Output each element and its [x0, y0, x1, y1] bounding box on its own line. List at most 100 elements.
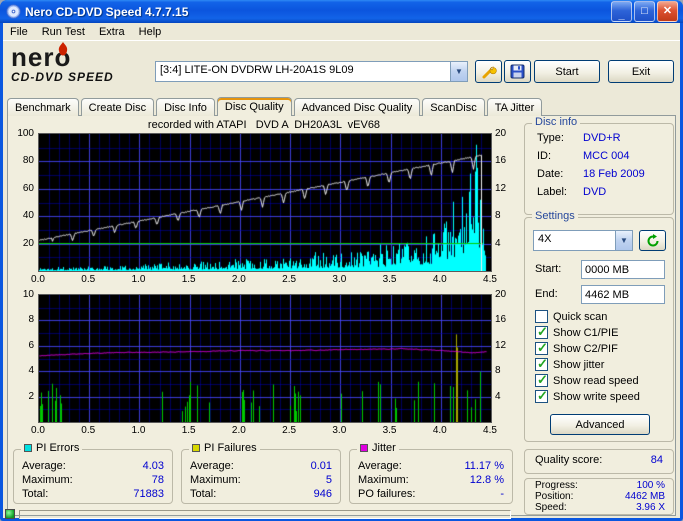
axis-tick-label: 4.5	[483, 425, 497, 436]
status-led	[5, 509, 15, 519]
pie-average-label: Average:	[22, 460, 66, 472]
checkbox-box[interactable]	[535, 324, 548, 340]
axis-tick-label: 10	[22, 289, 34, 300]
jitter-average-value: 11.17 %	[464, 460, 504, 472]
checkbox-box[interactable]	[535, 372, 548, 388]
jitter-maximum-label: Maximum:	[358, 474, 409, 486]
axis-tick-label: 8	[495, 365, 501, 377]
axis-tick-label: 4.0	[432, 274, 447, 285]
position-label: Position:	[535, 491, 574, 502]
disc-date-label: Date:	[537, 168, 564, 180]
pif-maximum-label: Maximum:	[190, 474, 241, 486]
toolbar: nero CD-DVD SPEED [3:4] LITE-ON DVDRW LH…	[3, 42, 680, 97]
checkbox-box[interactable]	[535, 310, 548, 323]
maximize-button[interactable]: □	[634, 1, 655, 22]
disc-id-label: ID:	[537, 150, 552, 162]
jitter-stats-title: Jitter	[372, 442, 396, 454]
chevron-down-icon[interactable]: ▼	[615, 231, 632, 250]
tab-disc-info[interactable]: Disc Info	[156, 98, 215, 116]
axis-tick-label: 2	[28, 390, 34, 402]
axis-tick-label: 4.5	[483, 274, 497, 285]
tab-ta-jitter[interactable]: TA Jitter	[486, 98, 543, 116]
disc-type-value: DVD+R	[583, 132, 621, 144]
close-button[interactable]: ✕	[657, 1, 678, 22]
advanced-button[interactable]: Advanced	[550, 414, 650, 435]
menu-run-test[interactable]: Run Test	[35, 24, 92, 40]
axis-tick-label: 3.5	[382, 274, 397, 285]
axis-tick-label: 100	[17, 128, 34, 139]
tab-advanced-disc-quality[interactable]: Advanced Disc Quality	[293, 98, 421, 116]
checkbox-box[interactable]	[535, 388, 548, 404]
pi-errors-stats-box: PI Errors Average: 4.03 Maximum: 78 Tota…	[13, 442, 173, 504]
axis-tick-label: 12	[495, 339, 507, 351]
pie-stats-title: PI Errors	[36, 442, 80, 454]
refresh-icon	[647, 233, 658, 246]
show-write-speed-checkbox[interactable]: Show write speed	[535, 388, 640, 404]
refresh-button[interactable]	[639, 230, 666, 251]
tab-create-disc[interactable]: Create Disc	[80, 98, 155, 116]
checkbox-box[interactable]	[535, 356, 548, 372]
tab-disc-quality[interactable]: Disc Quality	[216, 97, 292, 116]
chevron-down-icon[interactable]: ▼	[450, 62, 467, 81]
show-jitter-checkbox[interactable]: Show jitter	[535, 356, 605, 372]
show-c2-pif-checkbox[interactable]: Show C2/PIF	[535, 340, 618, 356]
axis-tick-label: 4.0	[432, 425, 447, 436]
save-button[interactable]	[504, 60, 531, 83]
axis-tick-label: 2.0	[231, 274, 246, 285]
scan-speed-selector[interactable]: 4X ▼	[533, 230, 633, 251]
disc-id-value: MCC 004	[583, 150, 630, 162]
pie-legend-swatch	[24, 444, 32, 452]
axis-tick-label: 16	[495, 314, 507, 326]
show-read-speed-checkbox[interactable]: Show read speed	[535, 372, 639, 388]
tab-scandisc[interactable]: ScanDisc	[422, 98, 485, 116]
app-window: Nero CD-DVD Speed 4.7.7.15 _ □ ✕ File Ru…	[0, 0, 683, 521]
jitter-stats-box: Jitter Average: 11.17 % Maximum: 12.8 % …	[349, 442, 513, 504]
window-title: Nero CD-DVD Speed 4.7.7.15	[25, 4, 189, 19]
axis-tick-label: 16	[495, 155, 507, 167]
disc-quality-tab-page: recorded with ATAPI DVD A DH20A3L vEV68 …	[7, 115, 676, 516]
quality-score-box: Quality score: 84	[524, 449, 674, 474]
disc-label-label: Label:	[537, 186, 567, 198]
axis-tick-label: 4	[495, 237, 501, 249]
menu-extra[interactable]: Extra	[92, 24, 132, 40]
disc-type-label: Type:	[537, 132, 564, 144]
axis-tick-label: 20	[22, 237, 34, 249]
pie-maximum-value: 78	[151, 474, 164, 486]
axis-tick-label: 20	[495, 289, 507, 300]
tab-benchmark[interactable]: Benchmark	[7, 98, 79, 116]
menu-help[interactable]: Help	[132, 24, 169, 40]
drive-selector[interactable]: [3:4] LITE-ON DVDRW LH-20A1S 9L09 ▼	[155, 61, 468, 82]
app-icon	[6, 4, 21, 19]
jitter-average-label: Average:	[358, 460, 402, 472]
start-position-field[interactable]	[581, 260, 665, 279]
settings-title: Settings	[532, 210, 578, 222]
pif-maximum-value: 5	[325, 474, 332, 486]
axis-tick-label: 6	[28, 339, 34, 351]
end-position-field[interactable]	[581, 285, 665, 304]
show-jitter-label: Show jitter	[553, 358, 605, 371]
quick-scan-checkbox[interactable]: Quick scan	[535, 310, 607, 323]
axis-tick-label: 2.0	[231, 425, 246, 436]
minimize-button[interactable]: _	[611, 1, 632, 22]
start-button[interactable]: Start	[534, 60, 600, 83]
show-read-speed-label: Show read speed	[553, 374, 639, 387]
axis-tick-label: 40	[22, 210, 34, 222]
settings-box: Settings 4X ▼ Start: End: Qui	[524, 210, 674, 442]
quality-score-label: Quality score:	[535, 454, 603, 466]
pie-average-value: 4.03	[142, 460, 164, 472]
jitter-maximum-value: 12.8 %	[469, 474, 504, 486]
flame-icon	[58, 42, 68, 56]
pie-total-value: 71883	[133, 488, 164, 500]
pi-failures-jitter-chart-canvas	[38, 294, 492, 423]
logo-brand-text: nero	[11, 42, 72, 72]
menu-file[interactable]: File	[3, 24, 35, 40]
axis-tick-label: 12	[495, 182, 507, 194]
show-c1-pie-checkbox[interactable]: Show C1/PIE	[535, 324, 618, 340]
quick-scan-label: Quick scan	[553, 310, 608, 323]
checkbox-box[interactable]	[535, 340, 548, 356]
axis-tick-label: 0.5	[81, 274, 96, 285]
pif-stats-title: PI Failures	[204, 442, 257, 454]
options-button[interactable]	[475, 60, 502, 83]
axis-tick-label: 1.0	[131, 274, 146, 285]
exit-button[interactable]: Exit	[608, 60, 674, 83]
